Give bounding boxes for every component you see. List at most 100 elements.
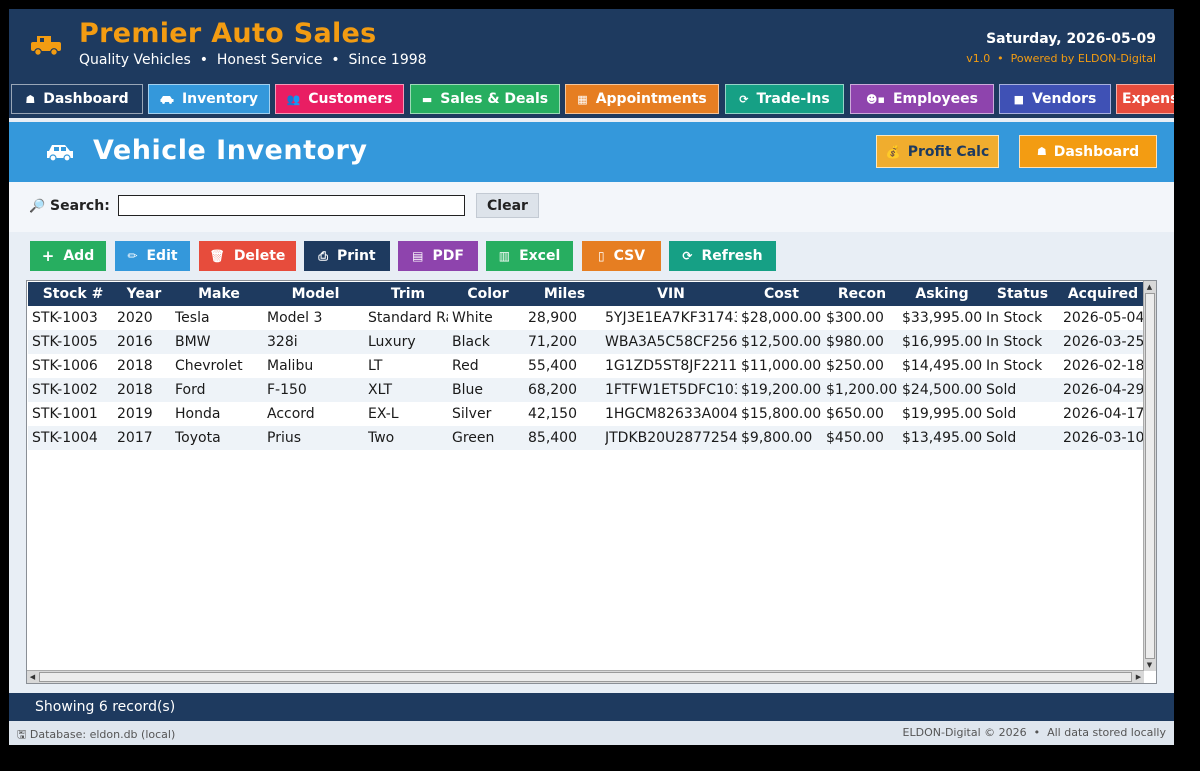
column-header[interactable]: Model <box>267 282 364 306</box>
column-header[interactable]: Year <box>117 282 171 306</box>
edit-button[interactable]: ✏ Edit <box>115 241 190 271</box>
column-header[interactable]: Color <box>452 282 524 306</box>
table-row[interactable]: STK-1002 2018 Ford F-150 XLT Blue 68,200 1FTFW1… <box>28 378 1143 402</box>
column-header[interactable]: VIN <box>605 282 737 306</box>
tab-customers[interactable]: 👥 Customers <box>275 84 404 114</box>
pdf-label: PDF <box>432 248 464 264</box>
column-header[interactable]: Status <box>986 282 1059 306</box>
tab-inventory[interactable]: Inventory <box>148 84 270 114</box>
table-cell: $24,500.00 <box>902 382 982 398</box>
column-header[interactable]: Stock # <box>32 282 114 306</box>
column-header[interactable]: Trim <box>368 282 448 306</box>
table-cell: $1,200.00 <box>826 382 898 398</box>
column-header[interactable]: Make <box>175 282 263 306</box>
horizontal-scroll-thumb[interactable] <box>39 672 1132 682</box>
refresh-button[interactable]: ⟳ Refresh <box>669 241 776 271</box>
profit-calc-button[interactable]: 💰 Profit Calc <box>876 135 999 168</box>
edit-label: Edit <box>146 248 178 264</box>
csv-label: CSV <box>613 248 646 264</box>
record-count: Showing 6 record(s) <box>35 699 176 715</box>
tab-vendors[interactable]: ■ Vendors <box>999 84 1111 114</box>
table-cell: $14,495.00 <box>902 358 982 374</box>
search-label: Search: <box>50 198 110 214</box>
table-cell: Green <box>452 430 495 446</box>
profit-calc-label: Profit Calc <box>907 143 990 160</box>
column-header[interactable]: Asking <box>902 282 982 306</box>
excel-button[interactable]: ▥ Excel <box>486 241 573 271</box>
table-row[interactable]: STK-1001 2019 Honda Accord EX-L Silver 42,150 1… <box>28 402 1143 426</box>
column-header[interactable]: Cost <box>741 282 822 306</box>
money-bag-icon: 💰 <box>885 144 901 159</box>
briefcase-icon: ▬ <box>421 92 433 106</box>
dashboard-button[interactable]: ☗ Dashboard <box>1019 135 1157 168</box>
table-row[interactable]: STK-1004 2017 Toyota Prius Two Green 85,400 JTD… <box>28 426 1143 450</box>
dashboard-label: Dashboard <box>1053 143 1140 160</box>
table-cell: 1FTFW1ET5DFC10312 <box>605 382 737 398</box>
csv-button[interactable]: ▯ CSV <box>582 241 661 271</box>
footer-bar: 🖫 Database: eldon.db (local) ELDON-Digit… <box>9 721 1174 745</box>
add-button[interactable]: + Add <box>30 241 106 271</box>
database-icon: 🖫 <box>17 728 30 741</box>
print-button[interactable]: ⎙ Print <box>304 241 390 271</box>
table-row[interactable]: STK-1005 2016 BMW 328i Luxury Black 71,200 WBA3… <box>28 330 1143 354</box>
table-cell: Honda <box>175 406 221 422</box>
refresh-icon: ⟳ <box>682 249 693 263</box>
table-cell: STK-1003 <box>32 310 98 326</box>
table-cell: 71,200 <box>528 334 577 350</box>
scroll-down-arrow[interactable]: ▼ <box>1144 660 1155 670</box>
column-header[interactable]: Recon <box>826 282 898 306</box>
table-cell: 328i <box>267 334 298 350</box>
column-header[interactable]: Acquired <box>1063 282 1143 306</box>
table-cell: STK-1005 <box>32 334 98 350</box>
file-icon: ▯ <box>597 249 605 263</box>
tab-appointments[interactable]: ▦ Appointments <box>565 84 719 114</box>
search-input[interactable] <box>118 195 465 216</box>
scroll-left-arrow[interactable]: ◀ <box>27 672 38 682</box>
tab-expenses[interactable]: Expens <box>1116 84 1174 114</box>
app-subtitle: Quality Vehicles • Honest Service • Sinc… <box>79 52 427 68</box>
clear-button[interactable]: Clear <box>476 193 539 218</box>
scroll-up-arrow[interactable]: ▲ <box>1144 282 1155 292</box>
page-title: Vehicle Inventory <box>93 135 368 166</box>
scroll-right-arrow[interactable]: ▶ <box>1133 672 1144 682</box>
column-header[interactable]: Miles <box>528 282 601 306</box>
table-cell: $11,000.00 <box>741 358 822 374</box>
table-cell: 2017 <box>117 430 153 446</box>
table-cell: 28,900 <box>528 310 577 326</box>
table-cell: Luxury <box>368 334 416 350</box>
tab-trade-ins[interactable]: ⟳ Trade-Ins <box>725 84 844 114</box>
table-cell: $9,800.00 <box>741 430 813 446</box>
car-icon <box>160 95 174 104</box>
current-date: Saturday, 2026-05-09 <box>986 31 1156 47</box>
main-nav: ☗ Dashboard Inventory 👥 Customers ▬ Sales &… <box>9 78 1174 118</box>
table-cell: JTDKB20U287725412 <box>605 430 737 446</box>
tab-label: Inventory <box>181 91 259 107</box>
table-cell: 68,200 <box>528 382 577 398</box>
tab-employees[interactable]: ☻▪ Employees <box>850 84 994 114</box>
table-cell: $12,500.00 <box>741 334 822 350</box>
tab-label: Trade-Ins <box>756 91 830 107</box>
vertical-scroll-thumb[interactable] <box>1145 293 1155 659</box>
delete-button[interactable]: 🗑 Delete <box>199 241 296 271</box>
table-cell: $28,000.00 <box>741 310 822 326</box>
table-cell: 2026-03-25 <box>1063 334 1143 350</box>
table-cell: STK-1001 <box>32 406 98 422</box>
document-icon: ▤ <box>412 249 424 263</box>
horizontal-scrollbar[interactable]: ◀ ▶ <box>27 670 1144 683</box>
tab-sales-deals[interactable]: ▬ Sales & Deals <box>410 84 560 114</box>
table-cell: $250.00 <box>826 358 884 374</box>
table-cell: $16,995.00 <box>902 334 982 350</box>
tab-dashboard[interactable]: ☗ Dashboard <box>11 84 143 114</box>
table-row[interactable]: STK-1003 2020 Tesla Model 3 Standard RangeWh… <box>28 306 1143 330</box>
table-cell: STK-1002 <box>32 382 98 398</box>
table-cell: In Stock <box>986 334 1043 350</box>
table-cell: Sold <box>986 406 1017 422</box>
table-cell: 2026-03-10 <box>1063 430 1143 446</box>
table-row[interactable]: STK-1006 2018 Chevrolet Malibu LT Red 55,400 1G… <box>28 354 1143 378</box>
table-cell: 5YJ3E1EA7KF317432 <box>605 310 737 326</box>
table-cell: 85,400 <box>528 430 577 446</box>
database-label: Database: eldon.db (local) <box>29 728 176 741</box>
table-cell: In Stock <box>986 310 1043 326</box>
vertical-scrollbar[interactable]: ▲ ▼ <box>1143 281 1156 671</box>
pdf-button[interactable]: ▤ PDF <box>398 241 478 271</box>
